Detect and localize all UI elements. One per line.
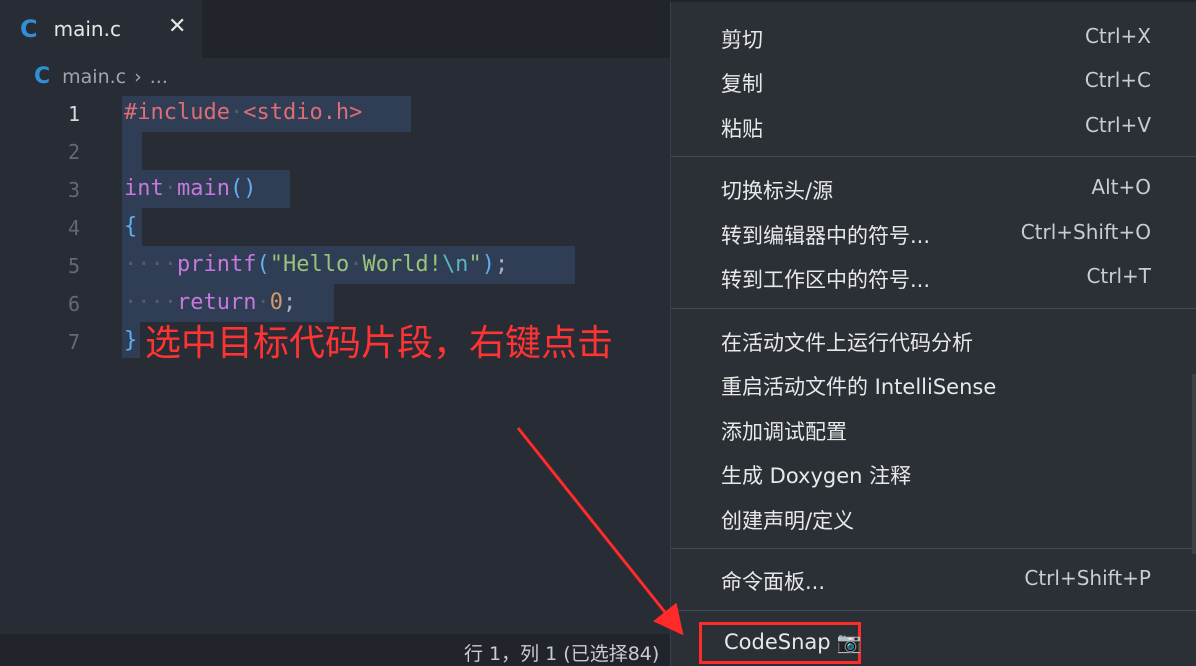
menu-item-label: 复制 xyxy=(721,72,763,96)
menu-item-add-debug-config[interactable]: 添加调试配置 xyxy=(671,410,1196,450)
close-icon[interactable]: ✕ xyxy=(168,14,186,39)
menu-item-shortcut: Ctrl+C xyxy=(1084,68,1151,92)
line-number: 1 xyxy=(67,102,80,126)
menu-item-label: CodeSnap 📷 xyxy=(724,630,862,654)
cursor-position[interactable]: 行 1，列 1 (已选择84) xyxy=(464,639,659,666)
menu-separator xyxy=(671,610,1196,611)
tab-title: main.c xyxy=(53,17,121,41)
line-number: 2 xyxy=(67,140,80,164)
menu-separator xyxy=(671,308,1196,309)
line-number: 4 xyxy=(67,216,80,240)
menu-item-paste[interactable]: 粘贴 Ctrl+V xyxy=(671,107,1196,147)
code-line[interactable]: 1 #include·<stdio.h> xyxy=(0,96,680,132)
menu-item-label: 切换标头/源 xyxy=(721,179,834,203)
c-language-icon: C xyxy=(20,15,38,43)
menu-item-copy[interactable]: 复制 Ctrl+C xyxy=(671,62,1196,102)
code-text: int·main() xyxy=(124,176,257,201)
menu-item-go-to-editor-symbol[interactable]: 转到编辑器中的符号... Ctrl+Shift+O xyxy=(671,214,1196,254)
menu-item-label: 转到编辑器中的符号... xyxy=(721,224,931,248)
code-text: ····return·0; xyxy=(124,290,297,315)
c-language-icon: C xyxy=(34,64,51,89)
menu-item-label: 在活动文件上运行代码分析 xyxy=(721,331,973,355)
menu-item-codesnap[interactable]: CodeSnap 📷 xyxy=(699,622,862,664)
line-number: 7 xyxy=(67,330,80,354)
menu-separator xyxy=(671,156,1196,157)
menu-item-go-to-workspace-symbol[interactable]: 转到工作区中的符号... Ctrl+T xyxy=(671,258,1196,298)
breadcrumb: C main.c › ... xyxy=(34,64,168,89)
annotation-text: 选中目标代码片段，右键点击 xyxy=(145,323,614,364)
menu-item-shortcut: Ctrl+Shift+O xyxy=(1020,220,1151,244)
menu-item-label: 重启活动文件的 IntelliSense xyxy=(721,375,997,399)
menu-item-label: 剪切 xyxy=(721,28,763,52)
menu-item-label: 创建声明/定义 xyxy=(721,509,855,533)
menu-item-label: 生成 Doxygen 注释 xyxy=(721,464,912,488)
context-menu: 剪切 Ctrl+X 复制 Ctrl+C 粘贴 Ctrl+V 切换标头/源 Alt… xyxy=(670,2,1196,666)
line-number: 5 xyxy=(67,254,80,278)
chevron-right-icon: › xyxy=(134,65,142,88)
menu-item-generate-doxygen[interactable]: 生成 Doxygen 注释 xyxy=(671,454,1196,494)
code-line[interactable]: 5 ····printf("Hello·World!\n"); xyxy=(0,248,680,284)
code-line[interactable]: 2 xyxy=(0,134,680,170)
menu-item-label: 命令面板... xyxy=(721,570,826,594)
menu-item-run-code-analysis[interactable]: 在活动文件上运行代码分析 xyxy=(671,321,1196,361)
menu-item-shortcut: Ctrl+V xyxy=(1084,113,1151,137)
line-number: 6 xyxy=(67,292,80,316)
menu-item-create-declaration[interactable]: 创建声明/定义 xyxy=(671,499,1196,539)
menu-item-label: 转到工作区中的符号... xyxy=(721,268,931,292)
tab-bar: C main.c ✕ xyxy=(0,0,680,58)
code-text: { xyxy=(124,214,138,239)
menu-item-shortcut: Ctrl+Shift+P xyxy=(1024,566,1151,590)
menu-item-command-palette[interactable]: 命令面板... Ctrl+Shift+P xyxy=(671,560,1196,600)
menu-item-shortcut: Alt+O xyxy=(1091,175,1151,199)
breadcrumb-file[interactable]: main.c xyxy=(62,66,126,88)
code-line[interactable]: 3 int·main() xyxy=(0,172,680,208)
menu-item-shortcut: Ctrl+X xyxy=(1084,24,1151,48)
breadcrumb-symbol[interactable]: ... xyxy=(150,66,168,88)
tab-main-c[interactable]: C main.c ✕ xyxy=(0,0,202,58)
menu-item-shortcut: Ctrl+T xyxy=(1086,264,1151,288)
menu-scrollbar[interactable] xyxy=(1192,374,1196,554)
menu-item-label: 添加调试配置 xyxy=(721,420,847,444)
codesnap-label: CodeSnap xyxy=(724,630,831,654)
menu-separator xyxy=(671,548,1196,549)
menu-item-label: 粘贴 xyxy=(721,117,763,141)
code-text: } xyxy=(124,328,138,353)
menu-item-switch-header-source[interactable]: 切换标头/源 Alt+O xyxy=(671,169,1196,209)
code-line[interactable]: 4 { xyxy=(0,210,680,246)
code-text: ····printf("Hello·World!\n"); xyxy=(124,252,509,277)
menu-item-cut[interactable]: 剪切 Ctrl+X xyxy=(671,18,1196,58)
camera-icon: 📷 xyxy=(836,630,862,654)
line-number: 3 xyxy=(67,178,80,202)
menu-item-restart-intellisense[interactable]: 重启活动文件的 IntelliSense xyxy=(671,365,1196,405)
code-text: #include·<stdio.h> xyxy=(124,100,363,125)
